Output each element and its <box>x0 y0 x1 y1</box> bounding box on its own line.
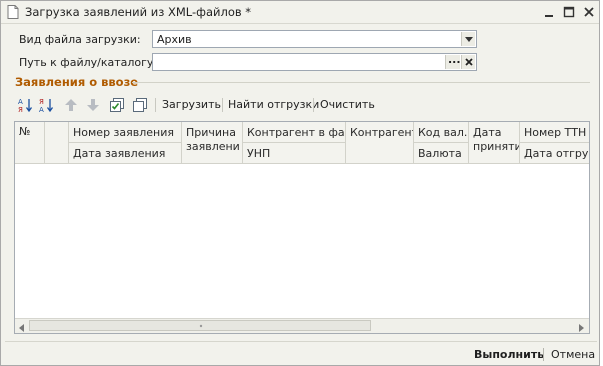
svg-text:A: A <box>39 106 44 113</box>
chevron-down-icon <box>465 37 473 42</box>
column-header-check[interactable] <box>45 122 69 164</box>
table-toolbar: A Я Я A Загрузить Найти отгрузки Очистит… <box>13 95 591 115</box>
column-header-currency-code[interactable]: Код вал... <box>414 122 469 143</box>
uncheck-all-icon[interactable] <box>132 97 148 113</box>
declarations-table[interactable]: № Номер заявления Дата заявления Причина… <box>14 121 590 334</box>
column-header-counterparty[interactable]: Контрагент <box>346 122 414 164</box>
horizontal-scrollbar[interactable] <box>15 318 589 333</box>
column-header-number[interactable]: № <box>15 122 45 164</box>
browse-button[interactable]: ... <box>445 53 461 69</box>
move-down-icon[interactable] <box>85 97 101 113</box>
maximize-icon[interactable] <box>561 4 577 20</box>
column-header-shipment-date[interactable]: Дата отгруз... <box>520 143 589 164</box>
column-header-declaration-date[interactable]: Дата заявления <box>69 143 182 164</box>
file-type-label: Вид файла загрузки: <box>19 33 141 46</box>
dialog-window: Загрузка заявлений из XML-файлов * Вид ф… <box>0 0 600 366</box>
svg-text:A: A <box>18 98 23 106</box>
sort-descending-icon[interactable]: Я A <box>38 97 54 114</box>
dropdown-button[interactable] <box>461 32 475 46</box>
path-label: Путь к файлу/каталогу: <box>19 56 158 69</box>
file-type-value: Архив <box>157 33 192 46</box>
move-up-icon[interactable] <box>63 97 79 113</box>
sort-ascending-icon[interactable]: A Я <box>17 97 33 114</box>
svg-text:Я: Я <box>39 98 44 106</box>
clear-x-icon <box>465 58 473 66</box>
scroll-left-icon[interactable] <box>18 322 26 332</box>
footer-divider <box>5 341 597 342</box>
svg-text:Я: Я <box>18 106 23 113</box>
section-divider <box>132 82 590 83</box>
clear-path-button[interactable] <box>461 55 475 69</box>
file-type-select[interactable]: Архив <box>152 30 477 48</box>
toolbar-separator <box>222 98 223 112</box>
column-header-acceptance-date[interactable]: Дата приняти <box>469 122 520 164</box>
toolbar-separator <box>155 98 156 112</box>
column-header-ttn-number[interactable]: Номер ТТН <box>520 122 589 143</box>
column-header-currency[interactable]: Валюта <box>414 143 469 164</box>
column-header-reason[interactable]: Причина заявлени <box>182 122 243 164</box>
find-shipments-button[interactable]: Найти отгрузки <box>228 98 319 111</box>
window-title: Загрузка заявлений из XML-файлов * <box>25 5 252 19</box>
path-input[interactable]: ... <box>152 53 477 71</box>
column-header-unp[interactable]: УНП <box>243 143 346 164</box>
execute-button[interactable]: Выполнить <box>474 348 544 361</box>
section-title: Заявления о ввозе <box>15 75 139 89</box>
title-bar[interactable]: Загрузка заявлений из XML-файлов * <box>1 1 599 24</box>
column-header-counterparty-in-file[interactable]: Контрагент в фа... <box>243 122 346 143</box>
document-icon <box>7 5 19 19</box>
check-all-icon[interactable] <box>109 97 125 113</box>
browse-label: ... <box>448 53 461 66</box>
footer-separator <box>543 348 544 361</box>
clear-button[interactable]: Очистить <box>320 98 375 111</box>
close-icon[interactable] <box>581 4 597 20</box>
load-button[interactable]: Загрузить <box>162 98 221 111</box>
column-header-declaration-number[interactable]: Номер заявления <box>69 122 182 143</box>
toolbar-separator <box>313 98 314 112</box>
scrollbar-thumb[interactable] <box>29 320 371 331</box>
cancel-button[interactable]: Отмена <box>551 348 595 361</box>
scroll-right-icon[interactable] <box>577 322 585 332</box>
minimize-icon[interactable] <box>541 4 557 20</box>
